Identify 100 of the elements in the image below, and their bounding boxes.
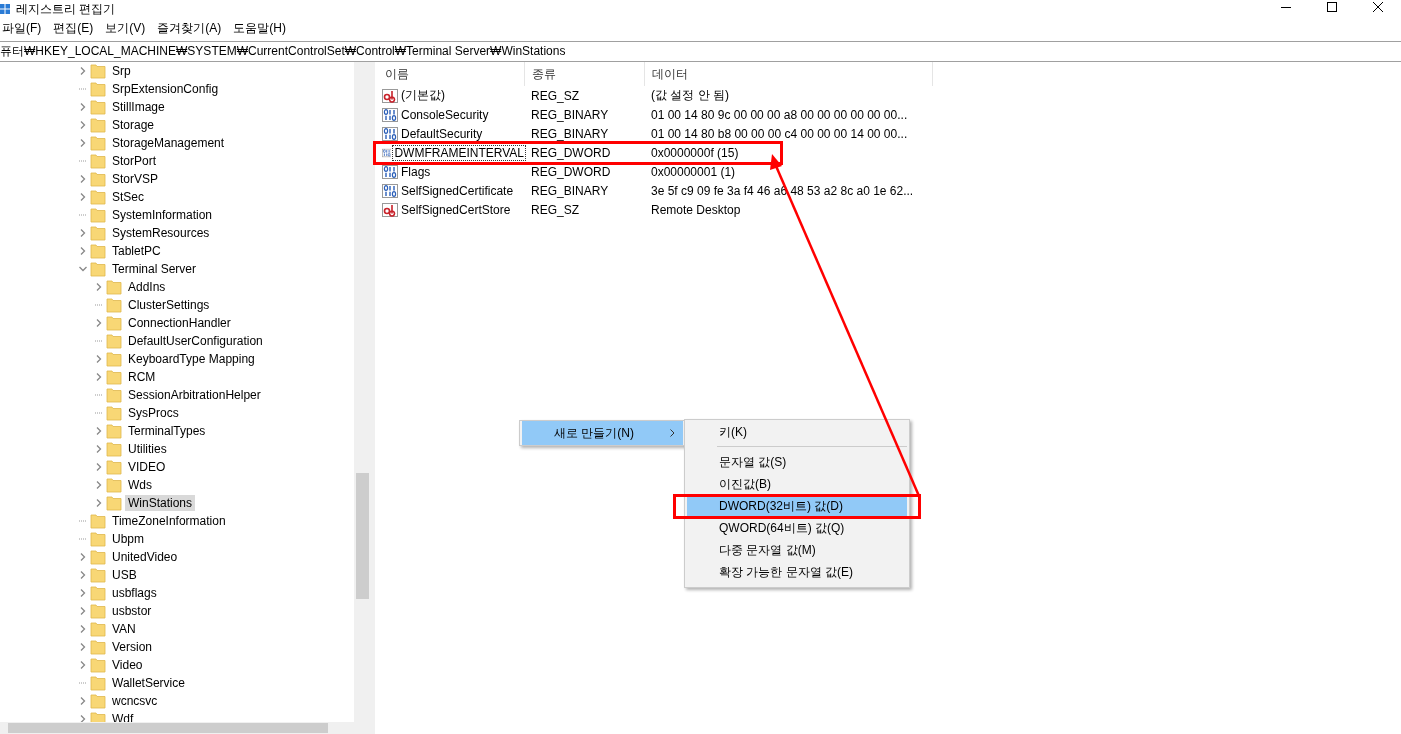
tree-item[interactable]: TabletPC — [109, 243, 164, 259]
minimize-icon[interactable] — [1281, 6, 1291, 8]
tree-item[interactable]: SystemResources — [109, 225, 213, 241]
tree-item[interactable]: StSec — [109, 189, 147, 205]
binary-value-icon — [382, 183, 398, 198]
tree-item[interactable]: Terminal Server — [109, 261, 200, 277]
table-cell-text: REG_BINARY — [530, 107, 610, 122]
tree-item[interactable]: ConnectionHandler — [125, 315, 234, 331]
folder-icon — [106, 333, 122, 349]
tree-item[interactable]: ClusterSettings — [125, 297, 213, 313]
value-name[interactable]: DWMFRAMEINTERVAL — [393, 145, 525, 160]
address-bar[interactable]: 퓨터₩HKEY_LOCAL_MACHINE₩SYSTEM₩CurrentControlSet₩Control₩Terminal Server₩WinStations — [0, 41, 1401, 62]
folder-icon — [90, 585, 106, 601]
tree-item[interactable]: SrpExtensionConfig — [109, 81, 222, 97]
menu-item[interactable]: 파일(F) — [0, 20, 48, 37]
tree-item[interactable]: usbflags — [109, 585, 160, 601]
table-cell-text: Remote Desktop — [650, 202, 742, 217]
tree-item[interactable]: AddIns — [125, 279, 169, 295]
tree-item[interactable]: VIDEO — [125, 459, 169, 475]
tree-connector — [79, 682, 87, 684]
tree-item[interactable]: StorageManagement — [109, 135, 228, 151]
folder-icon — [90, 135, 106, 151]
tree-connector — [95, 412, 103, 414]
folder-icon — [106, 405, 122, 421]
column-header[interactable]: 종류 — [525, 62, 645, 86]
folder-icon — [90, 153, 106, 169]
tree-connector — [79, 214, 87, 216]
value-name[interactable]: ConsoleSecurity — [400, 107, 490, 122]
menu-item[interactable]: 다중 문자열 값(M) — [687, 539, 907, 561]
menu-item[interactable]: 즐겨찾기(A) — [151, 20, 228, 37]
tree-item[interactable]: wcncsvc — [109, 693, 161, 709]
tree-item[interactable]: SystemInformation — [109, 207, 216, 223]
horizontal-scrollbar[interactable] — [0, 722, 371, 734]
tree-item[interactable]: SysProcs — [125, 405, 182, 421]
close-icon[interactable] — [1373, 2, 1383, 12]
column-header[interactable]: 이름 — [378, 62, 525, 86]
tree-connector — [95, 340, 103, 342]
folder-icon — [90, 117, 106, 133]
value-name[interactable]: Flags — [400, 164, 432, 179]
maximize-icon[interactable] — [1327, 2, 1337, 12]
string-value-icon — [382, 88, 398, 103]
binary-value-icon — [382, 126, 398, 141]
table-cell-text: REG_BINARY — [530, 126, 610, 141]
value-name[interactable]: (기본값) — [400, 87, 446, 104]
menu-item[interactable]: DWORD(32비트) 값(D) — [687, 495, 907, 517]
menu-item[interactable]: QWORD(64비트) 값(Q) — [687, 517, 907, 539]
tree-item[interactable]: SessionArbitrationHelper — [125, 387, 264, 403]
menu-item[interactable]: 문자열 값(S) — [687, 451, 907, 473]
folder-icon — [90, 99, 106, 115]
tree-item[interactable]: WinStations — [125, 495, 196, 511]
folder-icon — [90, 693, 106, 709]
window-title: 레지스트리 편집기 — [16, 0, 116, 18]
value-name[interactable]: DefaultSecurity — [400, 126, 484, 141]
table-cell-text: 01 00 14 80 9c 00 00 00 a8 00 00 00 00 00 00... — [650, 107, 909, 122]
folder-icon — [106, 387, 122, 403]
tree-item[interactable]: usbstor — [109, 603, 155, 619]
tree-item[interactable]: Utilities — [125, 441, 170, 457]
folder-icon — [90, 243, 106, 259]
tree-item[interactable]: Video — [109, 657, 146, 673]
tree-item[interactable]: Ubpm — [109, 531, 147, 547]
tree-item[interactable]: WalletService — [109, 675, 188, 691]
folder-icon — [106, 441, 122, 457]
menu-item[interactable]: 보기(V) — [99, 20, 152, 37]
menu-item[interactable]: 도움말(H) — [227, 20, 292, 37]
tree-item[interactable]: RCM — [125, 369, 159, 385]
tree-item[interactable]: TimeZoneInformation — [109, 513, 229, 529]
folder-icon — [106, 315, 122, 331]
table-cell-text: 0x0000000f (15) — [650, 145, 740, 160]
tree-connector — [79, 538, 87, 540]
tree-item[interactable]: VAN — [109, 621, 139, 637]
tree-item[interactable]: Wds — [125, 477, 155, 493]
tree-item[interactable]: Srp — [109, 63, 134, 79]
menu-item[interactable]: 키(K) — [687, 421, 907, 443]
menu-item[interactable]: 이진값(B) — [687, 473, 907, 495]
column-header[interactable]: 데이터 — [645, 62, 933, 86]
tree-item[interactable]: StillImage — [109, 99, 168, 115]
menu-item[interactable]: 확장 가능한 문자열 값(E) — [687, 561, 907, 583]
binary-value-icon — [382, 164, 398, 179]
tree-item[interactable]: UnitedVideo — [109, 549, 181, 565]
tree-item[interactable]: Storage — [109, 117, 158, 133]
folder-icon — [90, 63, 106, 79]
folder-icon — [106, 459, 122, 475]
tree-item[interactable]: KeyboardType Mapping — [125, 351, 258, 367]
tree-item[interactable]: StorPort — [109, 153, 159, 169]
menu-item[interactable]: 새로 만들기(N) — [522, 421, 683, 445]
folder-icon — [90, 81, 106, 97]
tree-item[interactable]: TerminalTypes — [125, 423, 209, 439]
tree-item[interactable]: DefaultUserConfiguration — [125, 333, 266, 349]
folder-icon — [90, 549, 106, 565]
folder-icon — [106, 477, 122, 493]
folder-icon — [90, 225, 106, 241]
tree-item[interactable]: USB — [109, 567, 140, 583]
menu-item[interactable]: 편집(E) — [47, 20, 100, 37]
folder-icon — [90, 261, 106, 277]
tree-item[interactable]: Version — [109, 639, 156, 655]
value-name[interactable]: SelfSignedCertificate — [400, 183, 515, 198]
tree-item[interactable]: StorVSP — [109, 171, 162, 187]
value-name[interactable]: SelfSignedCertStore — [400, 202, 512, 217]
folder-icon — [106, 369, 122, 385]
folder-icon — [90, 675, 106, 691]
